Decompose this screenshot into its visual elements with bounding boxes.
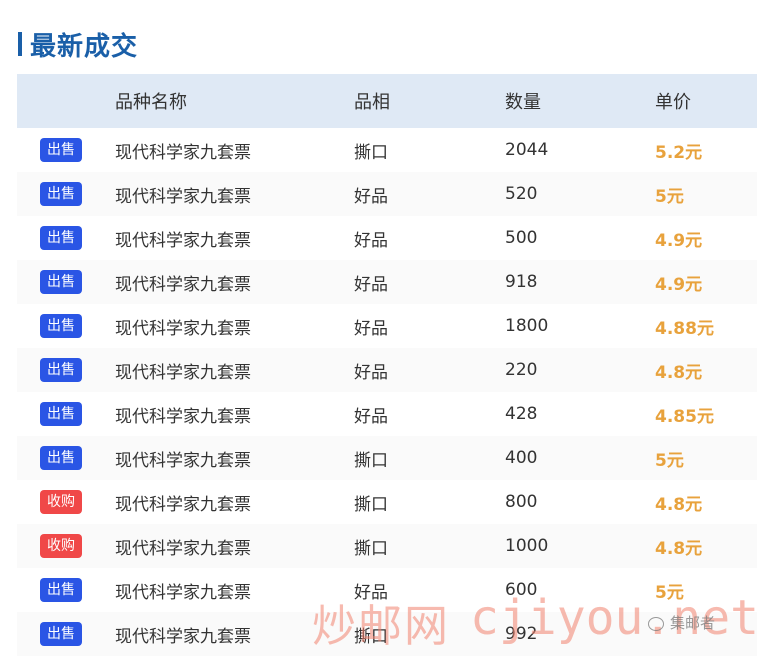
item-condition: 好品 [354, 406, 388, 427]
item-qty: 918 [505, 272, 538, 292]
trade-type-badge: 收购 [40, 490, 82, 514]
trades-table: 品种名称 品相 数量 单价 出售 现代科学家九套票 撕口 2044 5.2元 出售 现代科学… [17, 74, 757, 656]
table-row[interactable]: 收购 现代科学家九套票 撕口 1000 4.8元 [17, 524, 757, 568]
item-condition: 撕口 [354, 538, 388, 559]
trade-type-badge: 出售 [40, 182, 82, 206]
item-condition: 撕口 [354, 142, 388, 163]
item-name: 现代科学家九套票 [115, 142, 251, 163]
table-header: 品种名称 品相 数量 单价 [17, 74, 757, 128]
item-name: 现代科学家九套票 [115, 538, 251, 559]
item-price: 5.2元 [655, 142, 703, 163]
item-name: 现代科学家九套票 [115, 406, 251, 427]
trade-type-badge: 出售 [40, 226, 82, 250]
item-qty: 520 [505, 184, 538, 204]
item-name: 现代科学家九套票 [115, 494, 251, 515]
trade-type-badge: 出售 [40, 578, 82, 602]
item-qty: 600 [505, 580, 538, 600]
item-condition: 撕口 [354, 450, 388, 471]
item-qty: 1000 [505, 536, 549, 556]
header-price: 单价 [655, 92, 691, 113]
item-price: 4.85元 [655, 406, 714, 427]
trade-type-badge: 收购 [40, 534, 82, 558]
page-title: 最新成交 [30, 31, 139, 62]
item-price: 4.8元 [655, 362, 703, 383]
section-header: 最新成交 [18, 26, 138, 62]
table-row[interactable]: 出售 现代科学家九套票 好品 500 4.9元 [17, 216, 757, 260]
item-qty: 992 [505, 624, 538, 644]
table-row[interactable]: 出售 现代科学家九套票 撕口 992 [17, 612, 757, 656]
item-condition: 好品 [354, 230, 388, 251]
item-price: 4.9元 [655, 230, 703, 251]
table-row[interactable]: 出售 现代科学家九套票 好品 220 4.8元 [17, 348, 757, 392]
header-name: 品种名称 [115, 92, 187, 113]
item-qty: 800 [505, 492, 538, 512]
item-condition: 撕口 [354, 626, 388, 647]
item-price: 4.8元 [655, 538, 703, 559]
item-condition: 好品 [354, 582, 388, 603]
table-row[interactable]: 收购 现代科学家九套票 撕口 800 4.8元 [17, 480, 757, 524]
item-qty: 2044 [505, 140, 549, 160]
item-qty: 1800 [505, 316, 549, 336]
item-price: 4.88元 [655, 318, 714, 339]
item-qty: 220 [505, 360, 538, 380]
trade-type-badge: 出售 [40, 446, 82, 470]
header-condition: 品相 [354, 92, 390, 113]
trade-type-badge: 出售 [40, 358, 82, 382]
trade-type-badge: 出售 [40, 402, 82, 426]
item-price: 5元 [655, 582, 684, 603]
item-qty: 500 [505, 228, 538, 248]
item-condition: 好品 [354, 186, 388, 207]
item-price: 4.8元 [655, 494, 703, 515]
header-qty: 数量 [505, 92, 541, 113]
item-condition: 好品 [354, 318, 388, 339]
trade-type-badge: 出售 [40, 622, 82, 646]
item-name: 现代科学家九套票 [115, 274, 251, 295]
table-row[interactable]: 出售 现代科学家九套票 好品 428 4.85元 [17, 392, 757, 436]
title-accent-bar [18, 32, 22, 56]
table-row[interactable]: 出售 现代科学家九套票 好品 600 5元 [17, 568, 757, 612]
item-name: 现代科学家九套票 [115, 582, 251, 603]
table-row[interactable]: 出售 现代科学家九套票 撕口 2044 5.2元 [17, 128, 757, 172]
item-price: 5元 [655, 186, 684, 207]
trade-type-badge: 出售 [40, 270, 82, 294]
table-row[interactable]: 出售 现代科学家九套票 好品 918 4.9元 [17, 260, 757, 304]
item-qty: 428 [505, 404, 538, 424]
item-name: 现代科学家九套票 [115, 362, 251, 383]
item-name: 现代科学家九套票 [115, 186, 251, 207]
item-qty: 400 [505, 448, 538, 468]
table-row[interactable]: 出售 现代科学家九套票 好品 520 5元 [17, 172, 757, 216]
trade-type-badge: 出售 [40, 138, 82, 162]
table-row[interactable]: 出售 现代科学家九套票 好品 1800 4.88元 [17, 304, 757, 348]
item-condition: 好品 [354, 274, 388, 295]
item-condition: 好品 [354, 362, 388, 383]
item-name: 现代科学家九套票 [115, 230, 251, 251]
item-price: 4.9元 [655, 274, 703, 295]
item-name: 现代科学家九套票 [115, 318, 251, 339]
trade-type-badge: 出售 [40, 314, 82, 338]
table-row[interactable]: 出售 现代科学家九套票 撕口 400 5元 [17, 436, 757, 480]
item-name: 现代科学家九套票 [115, 626, 251, 647]
item-price: 5元 [655, 450, 684, 471]
item-name: 现代科学家九套票 [115, 450, 251, 471]
table-body: 出售 现代科学家九套票 撕口 2044 5.2元 出售 现代科学家九套票 好品 520 5元 出售现… [17, 128, 757, 656]
item-condition: 撕口 [354, 494, 388, 515]
